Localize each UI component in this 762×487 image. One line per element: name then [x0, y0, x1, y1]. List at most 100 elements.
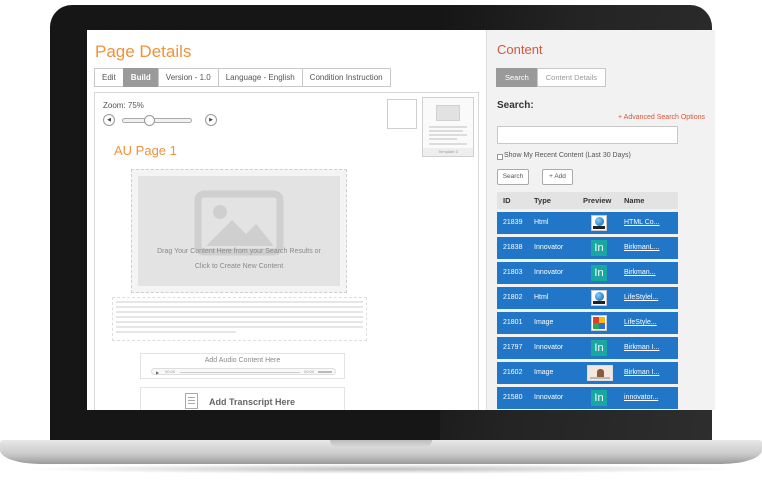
- column-header-id[interactable]: ID: [497, 192, 531, 209]
- laptop-shadow: [20, 464, 742, 474]
- table-row[interactable]: 21797 Innovator In Birkman I...: [497, 337, 678, 359]
- text-line: [116, 326, 363, 328]
- column-header-preview[interactable]: Preview: [583, 192, 621, 209]
- text-line: [116, 316, 363, 318]
- page-thumbnail-empty[interactable]: [387, 99, 417, 129]
- table-row[interactable]: 21803 Innovator In Birkman...: [497, 262, 678, 284]
- tab-language[interactable]: Language - English: [217, 68, 303, 87]
- drop-zone-text: Drag Your Content Here from your Search …: [157, 248, 321, 255]
- table-row[interactable]: 21602 Image Birkman I...: [497, 362, 678, 384]
- content-tabs: Search Content Details: [496, 68, 607, 87]
- zoom-in-button[interactable]: ▶: [205, 114, 217, 126]
- page-tabs: Edit Build Version - 1.0 Language - Engl…: [94, 68, 391, 87]
- template-text-line: [429, 143, 467, 145]
- innovator-icon: In: [591, 265, 607, 281]
- zoom-slider[interactable]: [122, 115, 192, 126]
- zoom-out-button[interactable]: ◀: [103, 114, 115, 126]
- innovator-icon: In: [591, 340, 607, 356]
- row-type: Innovator: [534, 344, 564, 351]
- text-line: [116, 321, 363, 323]
- drop-zone-text-2: Click to Create New Content: [194, 263, 284, 270]
- laptop-hinge-notch: [330, 440, 432, 447]
- row-id: 21797: [503, 344, 523, 351]
- content-drop-zone[interactable]: Drag Your Content Here from your Search …: [131, 169, 347, 293]
- table-row[interactable]: 21801 Image LifeStyle...: [497, 312, 678, 334]
- advanced-search-link[interactable]: + Advanced Search Options: [618, 114, 705, 121]
- add-button[interactable]: + Add: [542, 169, 573, 185]
- tab-version[interactable]: Version - 1.0: [157, 68, 219, 87]
- column-header-type[interactable]: Type: [531, 192, 583, 209]
- table-row[interactable]: 21802 Html LifeStylel...: [497, 287, 678, 309]
- play-icon[interactable]: ▶: [156, 370, 159, 375]
- laptop-screen: Page Details Edit Build Version - 1.0 La…: [87, 30, 715, 410]
- row-id: 21801: [503, 319, 523, 326]
- tab-content-details[interactable]: Content Details: [536, 68, 607, 87]
- table-row[interactable]: 21580 Innovator In innovator...: [497, 387, 678, 409]
- table-row[interactable]: 21838 Innovator In BirkmanL...: [497, 237, 678, 259]
- row-name-link[interactable]: LifeStyle...: [621, 312, 678, 334]
- audio-player[interactable]: ▶ 00:00 00:00: [151, 368, 336, 375]
- row-id: 21839: [503, 219, 523, 226]
- audio-content-block[interactable]: Add Audio Content Here ▶ 00:00 00:00: [140, 353, 345, 379]
- tab-build[interactable]: Build: [122, 68, 159, 87]
- content-title: Content: [497, 42, 543, 57]
- row-type: Html: [534, 219, 549, 226]
- row-name-link[interactable]: HTML Co...: [621, 212, 678, 234]
- recent-content-checkbox[interactable]: [497, 154, 503, 160]
- innovator-icon: In: [591, 390, 607, 406]
- row-preview: [583, 362, 621, 384]
- photo-thumbnail-icon: [587, 365, 613, 381]
- row-name-link[interactable]: LifeStylel...: [621, 287, 678, 309]
- table-header: ID Type Preview Name: [497, 192, 678, 209]
- search-input[interactable]: [497, 126, 678, 144]
- audio-label: Add Audio Content Here: [204, 357, 281, 364]
- column-header-name[interactable]: Name: [621, 192, 678, 209]
- page-title: Page Details: [95, 42, 192, 61]
- row-id: 21838: [503, 244, 523, 251]
- template-text-line: [429, 138, 457, 140]
- tab-search[interactable]: Search: [496, 68, 538, 87]
- row-preview: In: [583, 387, 621, 409]
- template-label: Template 3: [423, 148, 473, 156]
- search-button[interactable]: Search: [497, 169, 529, 185]
- row-type: Html: [534, 294, 549, 301]
- table-row[interactable]: 21839 Html HTML Co...: [497, 212, 678, 234]
- row-name-link[interactable]: innovator...: [621, 387, 678, 409]
- row-name-link[interactable]: Birkman...: [621, 262, 678, 284]
- text-block-placeholder[interactable]: [112, 297, 367, 341]
- template-text-line: [429, 134, 467, 136]
- row-name-link[interactable]: Birkman I...: [621, 362, 678, 384]
- html-globe-icon: [591, 290, 607, 306]
- text-line: [116, 331, 236, 333]
- row-preview: In: [583, 337, 621, 359]
- zoom-slider-handle[interactable]: [144, 115, 156, 126]
- volume-slider[interactable]: [318, 371, 332, 373]
- audio-time-end: 00:00: [304, 369, 315, 374]
- template-text-line: [429, 126, 467, 128]
- page-details-panel: Page Details Edit Build Version - 1.0 La…: [87, 30, 486, 410]
- row-name-link[interactable]: Birkman I...: [621, 337, 678, 359]
- row-type: Innovator: [534, 394, 564, 401]
- page-heading: AU Page 1: [114, 143, 177, 158]
- image-placeholder-icon: [194, 190, 284, 256]
- audio-time-start: 00:00: [165, 369, 176, 374]
- template-image-icon: [436, 105, 460, 121]
- template-thumbnail[interactable]: Template 3: [422, 97, 474, 157]
- row-id: 21602: [503, 369, 523, 376]
- row-name-link[interactable]: BirkmanL...: [621, 237, 678, 259]
- tab-edit[interactable]: Edit: [94, 68, 124, 87]
- tab-condition-instruction[interactable]: Condition Instruction: [301, 68, 391, 87]
- audio-progress-track[interactable]: [180, 372, 300, 373]
- template-text-line: [429, 130, 463, 132]
- row-preview: In: [583, 262, 621, 284]
- row-preview: [583, 287, 621, 309]
- document-icon: [185, 393, 198, 409]
- text-line: [116, 311, 363, 313]
- results-table: ID Type Preview Name 21839 Html HTML Co.…: [497, 192, 678, 409]
- row-type: Image: [534, 369, 554, 376]
- transcript-block[interactable]: Add Transcript Here: [140, 387, 345, 410]
- row-preview: [583, 312, 621, 334]
- content-panel: Content Search Content Details Search: +…: [486, 30, 715, 410]
- row-type: Innovator: [534, 244, 564, 251]
- zoom-label: Zoom: 75%: [103, 101, 144, 110]
